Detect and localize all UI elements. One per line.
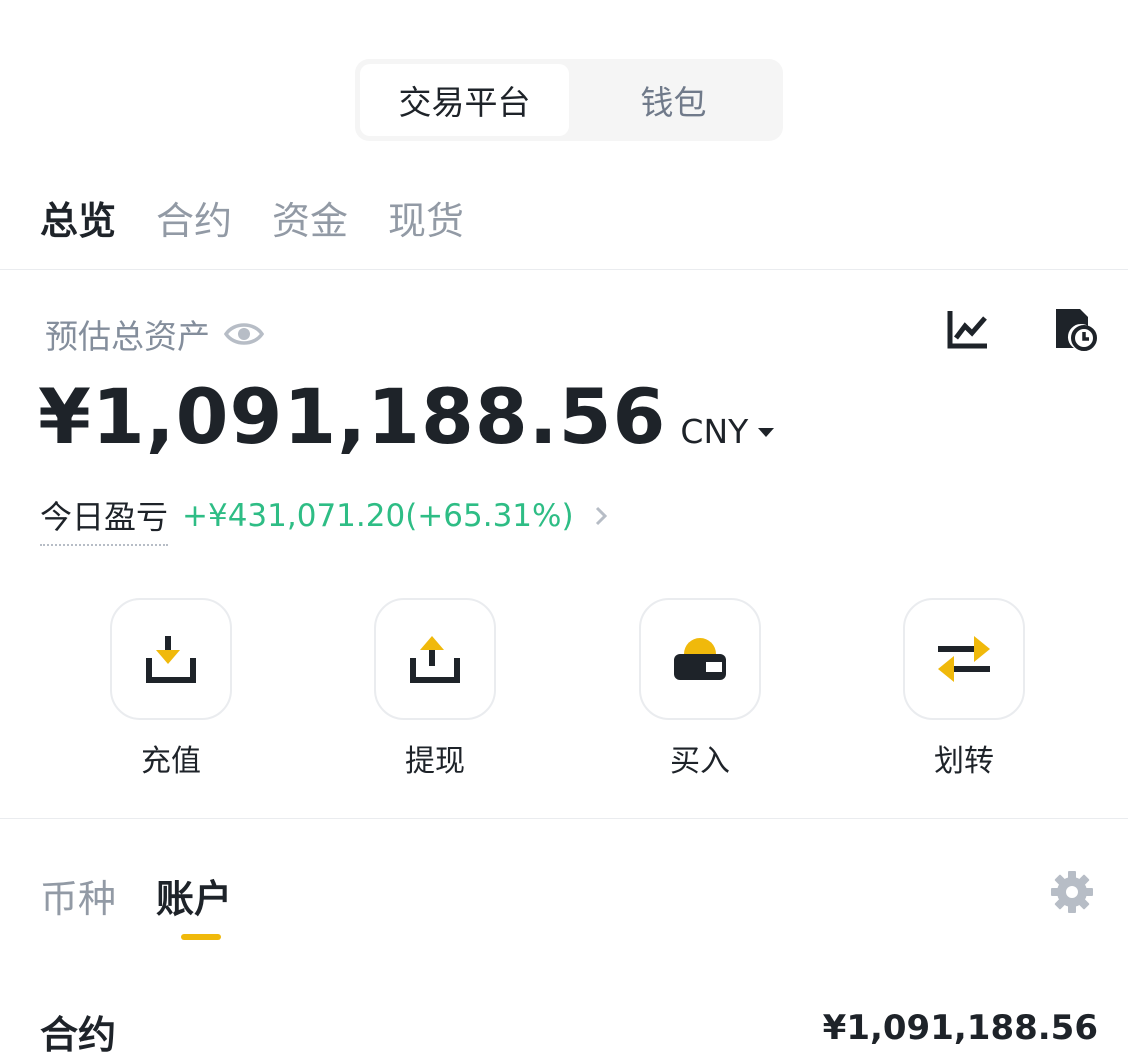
divider bbox=[0, 818, 1128, 819]
withdraw-icon bbox=[410, 636, 460, 683]
tab-overview[interactable]: 总览 bbox=[40, 190, 116, 243]
transfer-button[interactable]: 划转 bbox=[903, 598, 1025, 780]
chart-icon[interactable] bbox=[945, 306, 991, 352]
transfer-icon-box bbox=[903, 598, 1025, 720]
chevron-right-icon bbox=[595, 506, 607, 526]
pnl-label: 今日盈亏 bbox=[40, 492, 169, 546]
caret-down-icon bbox=[758, 428, 775, 437]
asset-tabs: 币种 账户 bbox=[40, 868, 232, 923]
eye-icon[interactable] bbox=[224, 319, 264, 349]
gear-icon[interactable] bbox=[1050, 870, 1094, 914]
today-pnl[interactable]: 今日盈亏 +¥431,071.20(+65.31%) bbox=[40, 492, 608, 546]
buy-label: 买入 bbox=[670, 744, 730, 779]
platform-segmented-control: 交易平台 钱包 bbox=[355, 59, 783, 141]
withdraw-button[interactable]: 提现 bbox=[374, 598, 496, 780]
buy-button[interactable]: 买入 bbox=[639, 598, 761, 780]
segment-exchange[interactable]: 交易平台 bbox=[360, 64, 569, 136]
balance-amount: ¥1,091,188.56 bbox=[38, 372, 667, 461]
buy-icon bbox=[674, 638, 726, 680]
estimated-assets-label: 预估总资产 bbox=[45, 317, 210, 356]
active-tab-indicator bbox=[181, 934, 221, 940]
top-tabs: 总览 合约 资金 现货 bbox=[40, 190, 464, 243]
estimated-assets-header: 预估总资产 bbox=[45, 310, 264, 358]
total-balance: ¥1,091,188.56 CNY bbox=[38, 372, 775, 461]
pnl-value: +¥431,071.20(+65.31%) bbox=[182, 498, 574, 534]
transfer-icon bbox=[938, 636, 990, 682]
deposit-icon-box bbox=[110, 598, 232, 720]
tab-funding[interactable]: 资金 bbox=[272, 190, 348, 243]
buy-icon-box bbox=[639, 598, 761, 720]
tab-spot[interactable]: 现货 bbox=[388, 190, 464, 243]
tab-futures[interactable]: 合约 bbox=[156, 190, 232, 243]
currency-label: CNY bbox=[680, 412, 749, 451]
account-value: ¥1,091,188.56 bbox=[822, 1008, 1098, 1048]
segment-wallet[interactable]: 钱包 bbox=[569, 64, 778, 136]
divider bbox=[0, 269, 1128, 270]
withdraw-label: 提现 bbox=[405, 744, 465, 779]
transfer-label: 划转 bbox=[934, 744, 994, 779]
currency-selector[interactable]: CNY bbox=[680, 412, 775, 451]
withdraw-icon-box bbox=[374, 598, 496, 720]
account-name: 合约 bbox=[40, 1013, 117, 1054]
history-icon[interactable] bbox=[1052, 306, 1098, 352]
tab-accounts[interactable]: 账户 bbox=[156, 868, 232, 923]
tab-coins[interactable]: 币种 bbox=[40, 868, 116, 923]
deposit-icon bbox=[146, 636, 196, 683]
deposit-button[interactable]: 充值 bbox=[110, 598, 232, 780]
deposit-label: 充值 bbox=[141, 744, 201, 779]
